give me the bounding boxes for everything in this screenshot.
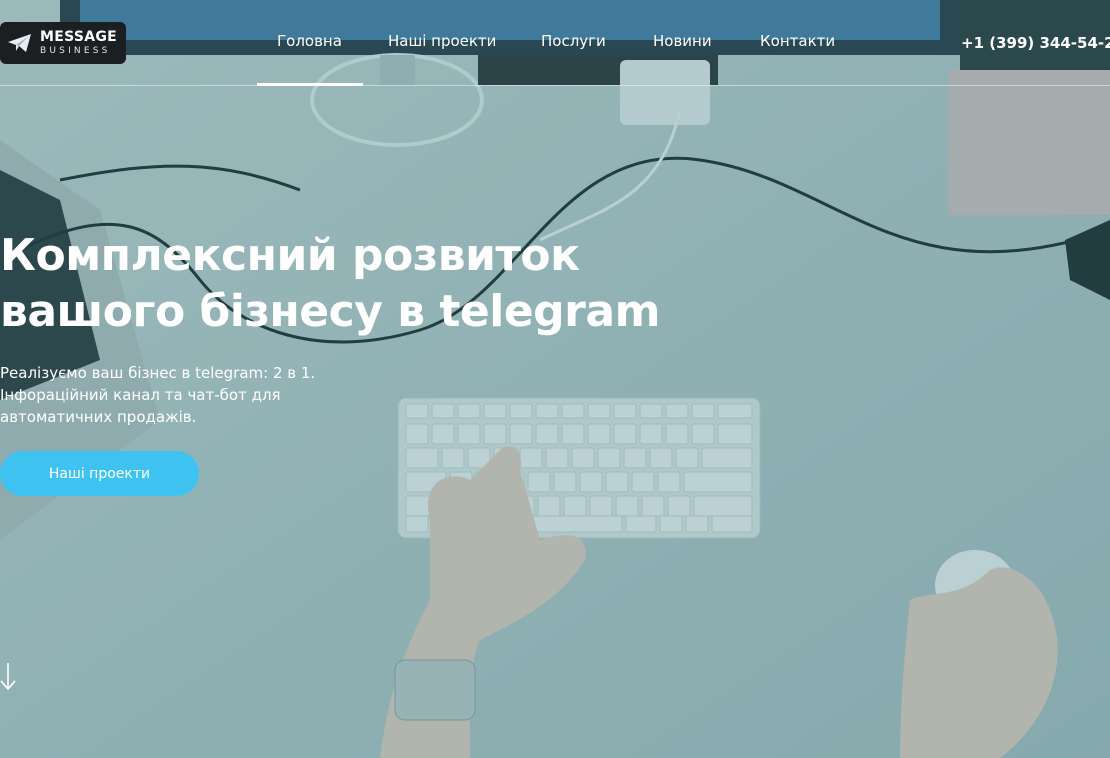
hero-headline-line-2: вашого бізнесу в telegram (0, 286, 660, 337)
header-divider (0, 85, 1110, 86)
hero-section: MESSAGE BUSINESS Головна Наші проекти По… (0, 0, 1110, 758)
logo[interactable]: MESSAGE BUSINESS (0, 22, 126, 64)
nav-item-projects[interactable]: Наші проекти (388, 32, 496, 50)
nav-item-services[interactable]: Послуги (541, 32, 606, 50)
paper-plane-icon (6, 32, 34, 54)
nav-item-contacts[interactable]: Контакти (760, 32, 835, 50)
phone-link[interactable]: +1 (399) 344-54-23 (961, 34, 1110, 52)
hero-subtext: Реалізуємо ваш бізнес в telegram: 2 в 1.… (0, 364, 316, 426)
logo-main-text: MESSAGE (40, 29, 118, 45)
site-header: MESSAGE BUSINESS Головна Наші проекти По… (0, 0, 1110, 86)
arrow-down-icon[interactable] (0, 662, 18, 692)
our-projects-button[interactable]: Наші проекти (0, 451, 199, 496)
logo-sub-text: BUSINESS (40, 46, 111, 56)
logo-text: MESSAGE BUSINESS (40, 30, 117, 56)
hero-headline-line-1: Комплексний розвиток (0, 230, 580, 281)
hero-headline: Комплексний розвиток вашого бізнесу в te… (0, 228, 700, 340)
nav-item-home[interactable]: Головна (277, 32, 342, 50)
nav-item-news[interactable]: Новини (653, 32, 712, 50)
